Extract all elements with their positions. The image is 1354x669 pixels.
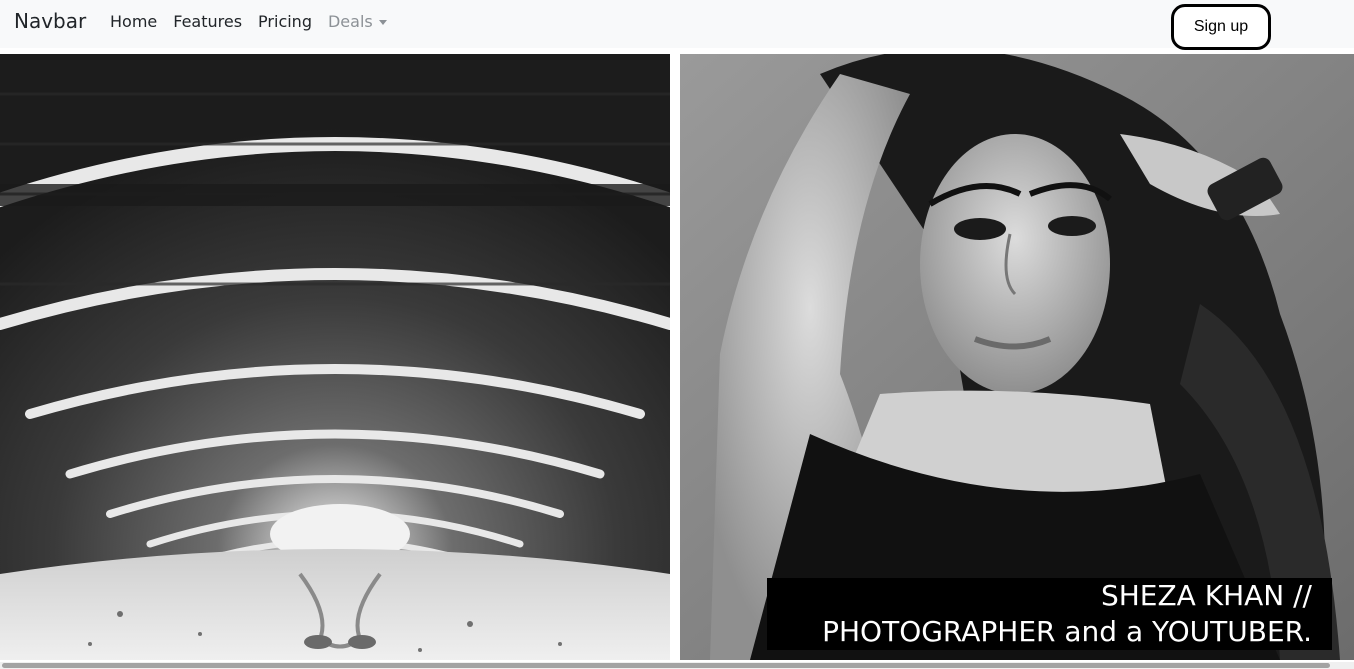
- chevron-down-icon: [378, 20, 387, 25]
- navbar-brand[interactable]: Navbar: [14, 9, 86, 33]
- nav-dropdown-deals[interactable]: Deals: [328, 12, 387, 31]
- image-gutter: [670, 54, 680, 660]
- nav-link-features[interactable]: Features: [173, 12, 242, 31]
- nav-dropdown-label: Deals: [327, 12, 373, 31]
- scrollbar-thumb[interactable]: [2, 663, 1330, 668]
- nav-link-home[interactable]: Home: [110, 12, 157, 31]
- signup-button[interactable]: Sign up: [1171, 4, 1271, 50]
- portrait-image: [680, 54, 1354, 660]
- hero-caption: SHEZA KHAN // PHOTOGRAPHER and a YOUTUBE…: [767, 578, 1332, 650]
- nav-links: Home Features Pricing Deals: [110, 12, 387, 31]
- nav-link-pricing[interactable]: Pricing: [258, 12, 312, 31]
- caption-line-name: SHEZA KHAN //: [1100, 579, 1312, 612]
- navbar: Navbar Home Features Pricing Deals Sign …: [0, 0, 1354, 50]
- horizontal-scrollbar[interactable]: [0, 662, 1354, 669]
- caption-line-role: PHOTOGRAPHER and a YOUTUBER.: [822, 615, 1312, 648]
- surreal-face-image: [0, 54, 670, 660]
